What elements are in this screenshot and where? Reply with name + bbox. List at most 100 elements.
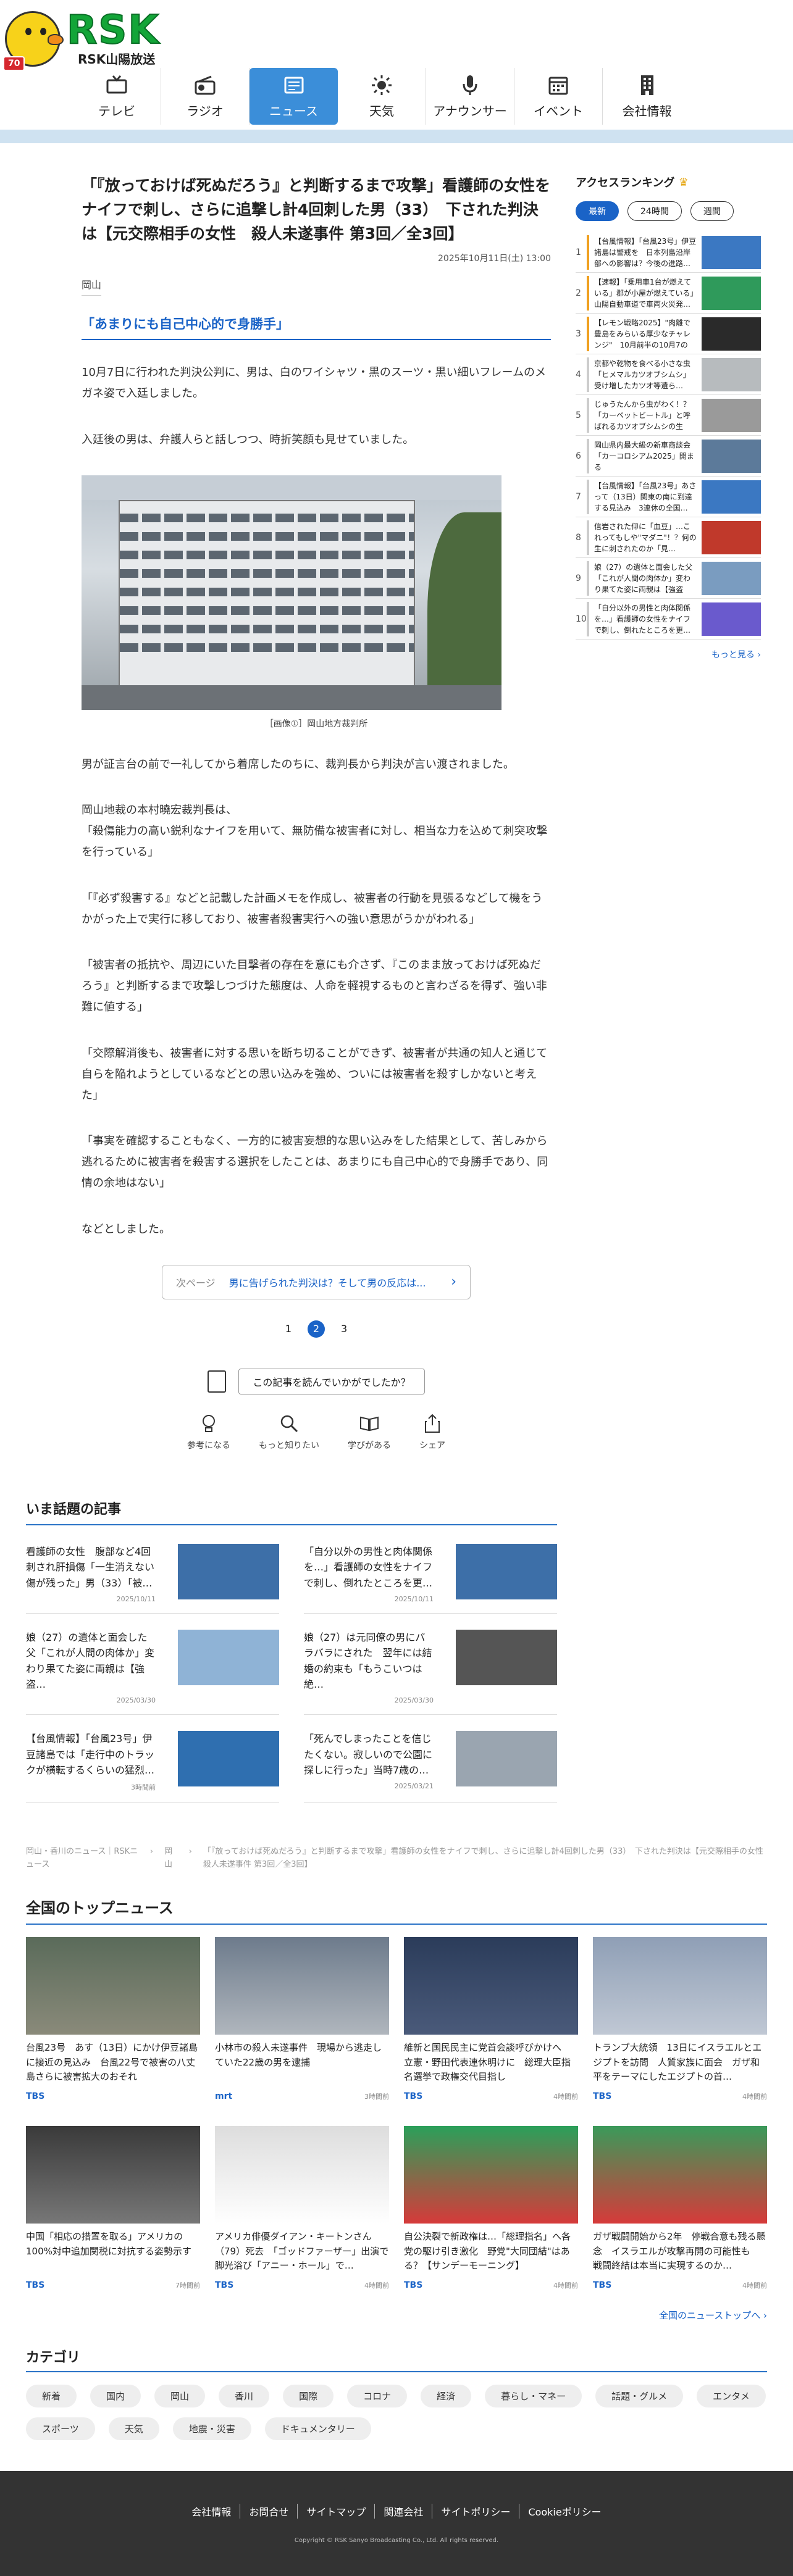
news-source: TBS xyxy=(404,2280,423,2291)
microphone-icon xyxy=(463,75,477,95)
reaction-helpful[interactable]: 参考になる xyxy=(187,1413,230,1451)
page-link[interactable]: 3 xyxy=(341,1323,347,1335)
category-chip[interactable]: 新着 xyxy=(26,2385,77,2408)
national-news-card[interactable]: 台風23号 あす（13日）にかけ伊豆諸島に接近の見込み 台風22号で被害の八丈島… xyxy=(26,1937,200,2101)
category-chip[interactable]: 天気 xyxy=(108,2417,159,2441)
category-chip[interactable]: エンタメ xyxy=(697,2385,766,2408)
topic-item[interactable]: 「死んでしまったことを信じたくない。寂しいので公園に探しに行った」当時7歳の… 2… xyxy=(304,1730,557,1803)
breadcrumb-item[interactable]: 岡山 xyxy=(164,1846,178,1872)
nav-tv[interactable]: テレビ xyxy=(73,68,161,125)
reaction-share[interactable]: シェア xyxy=(419,1413,445,1451)
ranking-item[interactable]: 2 【速報】「乗用車1台が燃えている」郡が小屋が燃えている」山陽自動車道で車両火災… xyxy=(576,273,761,314)
footer-link[interactable]: サイトポリシー xyxy=(432,2503,520,2519)
article-paragraph: 岡山地裁の本村曉宏裁判長は、 「殺傷能力の高い鋭利なナイフを用いて、無防備な被害… xyxy=(82,804,548,859)
footer-link[interactable]: 関連会社 xyxy=(375,2503,433,2519)
nav-company[interactable]: 会社情報 xyxy=(603,68,691,125)
ranking-title: 【台風情報】「台風23号」伊豆諸島は警戒を 日本列島沿岸部への影響は？今後の進路… xyxy=(594,236,697,268)
radio-icon xyxy=(195,75,216,94)
ranking-item[interactable]: 5 じゅうたんから虫がわく！？「カーペットビートル」と呼ばれるカツオブシムシの生態… xyxy=(576,395,761,436)
ranking-more-link[interactable]: もっと見る › xyxy=(576,648,761,661)
news-thumbnail xyxy=(215,2126,389,2224)
category-chip[interactable]: 暮らし・マネー xyxy=(485,2385,582,2408)
tab-24h[interactable]: 24時間 xyxy=(627,201,682,221)
ranking-item[interactable]: 10 「自分以外の男性と肉体関係を…」看護師の女性をナイフで刺し、倒れたところを更… xyxy=(576,599,761,640)
news-source: TBS xyxy=(593,2280,612,2291)
ranking-item[interactable]: 4 京都や乾物を食べる小さな虫「ヒメマルカツオブシムシ」受け増したカツオ等遺ら… xyxy=(576,354,761,395)
national-news-card[interactable]: トランプ大統領 13日にイスラエルとエジプトを訪問 人質家族に面会 ガザ和平をテ… xyxy=(593,1937,767,2101)
next-page-link[interactable]: 次ページ 男に告げられた判決は？そして男の反応は... › xyxy=(162,1264,471,1299)
nav-event[interactable]: イベント xyxy=(514,68,603,125)
ranking-number: 7 xyxy=(576,491,581,502)
national-more-link[interactable]: 全国のニューストップへ › xyxy=(26,2309,767,2322)
news-thumbnail xyxy=(215,1937,389,2035)
reaction-learn[interactable]: 学びがある xyxy=(348,1413,391,1451)
ranking-number: 4 xyxy=(576,369,581,380)
calendar-icon xyxy=(548,77,568,94)
ranking-title: 「自分以外の男性と肉体関係を…」看護師の女性をナイフで刺し、倒れたところを更… xyxy=(594,603,691,635)
topic-time: 2025/03/21 xyxy=(394,1782,434,1790)
ranking-bar xyxy=(587,398,589,433)
topic-item[interactable]: 看護師の女性 腹部など4回刺され肝損傷「一生消えない傷が残った」男（33）「被…… xyxy=(26,1543,279,1614)
category-chip[interactable]: 香川 xyxy=(219,2385,270,2408)
ranking-thumbnail xyxy=(702,317,761,351)
topic-title: 娘（27）は元同僚の男にバラバラにされた 翌年には結婚の約束も「もうこいつは絶… xyxy=(304,1631,432,1691)
category-heading: カテゴリ xyxy=(26,2346,767,2373)
ranking-item[interactable]: 3 【レモン戦略2025】"肉離で豊島をみらいる厚少なチャレンジ" 10月前半の1… xyxy=(576,314,761,354)
category-chip[interactable]: ドキュメンタリー xyxy=(264,2417,371,2441)
national-news-card[interactable]: 維新と国民民主に党首会談呼びかけへ 立憲・野田代表連休明けに 総理大臣指名選挙で… xyxy=(404,1937,578,2101)
ranking-item[interactable]: 1 【台風情報】「台風23号」伊豆諸島は警戒を 日本列島沿岸部への影響は？今後の進… xyxy=(576,232,761,273)
ranking-thumbnail xyxy=(702,357,761,391)
topic-time: 3時間前 xyxy=(131,1783,156,1791)
category-chip[interactable]: 経済 xyxy=(421,2385,472,2408)
news-thumbnail xyxy=(26,2126,200,2224)
ranking-title: じゅうたんから虫がわく！？「カーペットビートル」と呼ばれるカツオブシムシの生態… xyxy=(594,399,691,431)
copyright: Copyright © RSK Sanyo Broadcasting Co., … xyxy=(294,2536,499,2544)
ranking-thumbnail xyxy=(702,276,761,310)
ranking-item[interactable]: 7 【台風情報】「台風23号」あさって（13日）関東の南に到達する見込み 3連休の… xyxy=(576,477,761,517)
site-logo[interactable]: 70 RSK RSK山陽放送 xyxy=(3,5,172,71)
nav-announcer[interactable]: アナウンサー xyxy=(426,68,514,125)
article-paragraph: 男が証言台の前で一礼してから着席したのちに、裁判長から判決が言い渡されました。 xyxy=(82,757,514,771)
topic-item[interactable]: 「自分以外の男性と肉体関係を…」看護師の女性をナイフで刺し、倒れたところを更… 2… xyxy=(304,1543,557,1614)
category-chip[interactable]: 国際 xyxy=(283,2385,334,2408)
topic-item[interactable]: 娘（27）は元同僚の男にバラバラにされた 翌年には結婚の約束も「もうこいつは絶…… xyxy=(304,1629,557,1715)
reaction-label: もっと知りたい xyxy=(259,1440,319,1451)
article-region[interactable]: 岡山 xyxy=(82,277,102,296)
footer-link[interactable]: お問合せ xyxy=(240,2503,298,2519)
footer-link[interactable]: Cookieポリシー xyxy=(519,2504,610,2519)
category-chip[interactable]: 岡山 xyxy=(154,2385,206,2408)
reaction-more[interactable]: もっと知りたい xyxy=(259,1413,319,1451)
category-chip[interactable]: 国内 xyxy=(90,2385,141,2408)
category-chip[interactable]: スポーツ xyxy=(26,2417,95,2441)
breadcrumb: 岡山・香川のニュース｜RSKニュース › 岡山 › 「『放っておけば死ぬだろう』… xyxy=(26,1846,771,1872)
ranking-sidebar: アクセスランキング ♛ 最新 24時間 週間 1 【台風情報】「台風23号」伊豆諸… xyxy=(576,174,761,1498)
footer-link[interactable]: 会社情報 xyxy=(183,2503,241,2519)
national-news-card[interactable]: 自公決裂で新政権は…「総理指名」へ各党の駆け引き激化 野党"大同団結"はある？【… xyxy=(404,2126,578,2290)
article-paragraph: 「事実を確認することもなく、一方的に被害妄想的な思い込みをした結果として、苦しみ… xyxy=(82,1135,548,1190)
page-link[interactable]: 1 xyxy=(285,1323,292,1335)
national-news-card[interactable]: ガザ戦闘開始から2年 停戦合意も残る懸念 イスラエルが攻撃再開の可能性も 戦闘終… xyxy=(593,2126,767,2290)
nav-weather[interactable]: 天気 xyxy=(338,68,426,125)
logo-text: RSK xyxy=(66,7,160,54)
tab-latest[interactable]: 最新 xyxy=(576,201,619,221)
nav-news[interactable]: ニュース xyxy=(250,68,338,125)
ranking-item[interactable]: 6 岡山県内最大級の新車商談会「カーコロシアム2025」開まる xyxy=(576,436,761,477)
footer-link[interactable]: サイトマップ xyxy=(298,2503,376,2519)
national-news-card[interactable]: アメリカ俳優ダイアン・キートンさん（79）死去 「ゴッドファーザー」出演で脚光浴… xyxy=(215,2126,389,2290)
category-chip[interactable]: 話題・グルメ xyxy=(595,2385,684,2408)
ranking-item[interactable]: 9 娘（27）の遺体と面会した父「これが人間の肉体か」変わり果てた姿に両親は【強盗… xyxy=(576,558,761,599)
topic-item[interactable]: 娘（27）の遺体と面会した父「これが人間の肉体か」変わり果てた姿に両親は【強盗…… xyxy=(26,1629,279,1715)
nav-radio[interactable]: ラジオ xyxy=(161,68,250,125)
tab-weekly[interactable]: 週間 xyxy=(690,201,734,221)
header-stripe xyxy=(0,130,793,143)
topic-item[interactable]: 【台風情報】「台風23号」伊豆諸島では「走行中のトラックが横転するくらいの猛烈…… xyxy=(26,1730,279,1803)
page-link-current[interactable]: 2 xyxy=(308,1320,325,1338)
ranking-item[interactable]: 8 信岩された仰に「血豆」…これってもしや"マダニ"！？何の生に刺されたのか「見… xyxy=(576,517,761,558)
category-chip[interactable]: 地震・災害 xyxy=(172,2417,251,2441)
footer-links: 会社情報 お問合せ サイトマップ 関連会社 サイトポリシー Cookieポリシー xyxy=(183,2503,610,2519)
news-thumbnail xyxy=(26,1937,200,2035)
breadcrumb-item[interactable]: 岡山・香川のニュース｜RSKニュース xyxy=(26,1846,139,1872)
national-news-card[interactable]: 小林市の殺人未遂事件 現場から逃走していた22歳の男を逮捕 mrt 3時間前 xyxy=(215,1937,389,2101)
national-news-card[interactable]: 中国「相応の措置を取る」アメリカの100%対中追加関税に対抗する姿勢示す TBS 7… xyxy=(26,2126,200,2290)
category-chip[interactable]: コロナ xyxy=(347,2385,408,2408)
